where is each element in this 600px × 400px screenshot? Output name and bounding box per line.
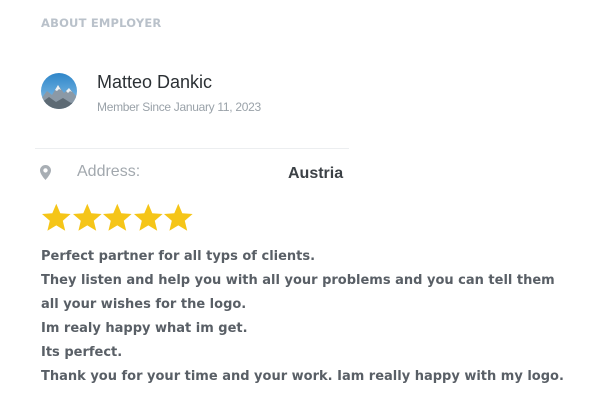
address-value: Austria — [288, 165, 344, 182]
section-title: ABOUT EMPLOYER — [41, 16, 162, 30]
review-line: Im realy happy what im get. — [41, 321, 248, 336]
star-icon — [133, 203, 163, 231]
review-line: Its perfect. — [41, 345, 123, 360]
review-line: Perfect partner for all typs of clients. — [41, 249, 316, 264]
avatar[interactable] — [41, 73, 77, 109]
star-icon — [41, 203, 71, 231]
review-line: all your wishes for the logo. — [41, 297, 247, 312]
employer-name[interactable]: Matteo Dankic — [97, 72, 212, 93]
map-pin-icon — [40, 165, 51, 180]
star-icon — [103, 203, 132, 231]
star-rating — [41, 203, 194, 237]
address-label: Address: — [77, 163, 141, 180]
avatar-image — [41, 73, 77, 109]
about-employer-panel: ABOUT EMPLOYER Matteo Dankic Member Sinc… — [0, 0, 600, 400]
review-line: They listen and help you with all your p… — [41, 273, 555, 288]
star-icon — [72, 203, 102, 231]
star-icon — [164, 203, 193, 231]
member-since-date: Member Since January 11, 2023 — [97, 100, 261, 114]
divider — [35, 148, 349, 149]
review-text: Perfect partner for all typs of clients.… — [41, 245, 581, 389]
review-line: Thank you for your time and your work. I… — [41, 369, 564, 384]
